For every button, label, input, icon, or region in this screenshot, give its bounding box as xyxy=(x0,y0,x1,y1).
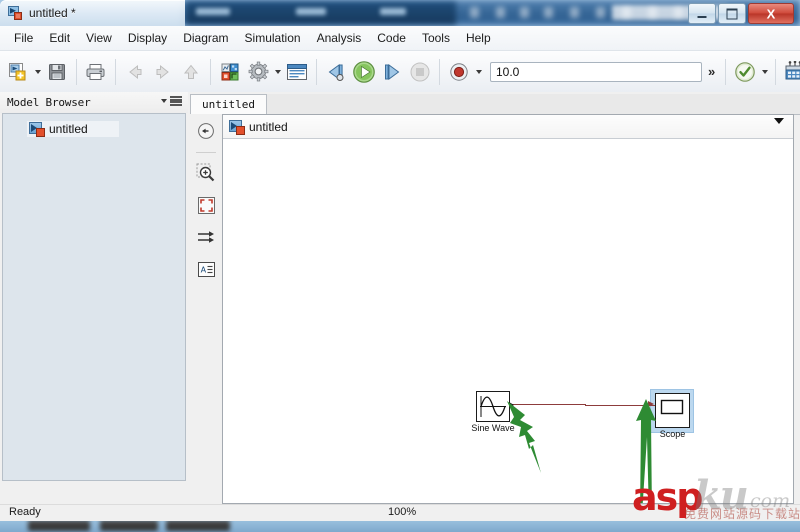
simulink-window: untitled * X File Edit View Display Diag… xyxy=(0,0,800,532)
window-controls: X xyxy=(688,3,794,24)
tab-untitled[interactable]: untitled xyxy=(190,94,267,114)
maximize-icon xyxy=(726,8,738,19)
step-back-button[interactable] xyxy=(323,59,349,85)
model-advisor-button[interactable] xyxy=(782,59,800,85)
tab-strip-background xyxy=(266,94,800,115)
update-model-button[interactable] xyxy=(732,59,758,85)
save-button[interactable] xyxy=(44,59,70,85)
menu-bar: File Edit View Display Diagram Simulatio… xyxy=(0,26,800,51)
menu-item-view[interactable]: View xyxy=(78,28,120,48)
chevron-down-icon[interactable] xyxy=(161,99,167,103)
workspace: Model Browser untitled untitled A untitl… xyxy=(0,92,800,504)
menu-item-diagram[interactable]: Diagram xyxy=(175,28,236,48)
model-configuration-button[interactable] xyxy=(245,59,271,85)
data-inspector-dropdown[interactable] xyxy=(473,59,484,85)
toolbar-separator xyxy=(725,58,727,85)
simulink-model-icon xyxy=(229,119,245,135)
annotation-arrow-sine-output xyxy=(505,397,561,482)
annotation-icon[interactable]: A xyxy=(195,258,217,280)
simulink-model-icon xyxy=(29,122,45,137)
status-message: Ready xyxy=(9,506,41,518)
main-toolbar: 10.0 » xyxy=(0,51,800,93)
chevron-down-icon xyxy=(475,69,482,74)
minimize-button[interactable] xyxy=(688,3,716,24)
taskbar-item xyxy=(100,520,158,531)
model-browser-title: Model Browser xyxy=(7,96,91,109)
scope-icon xyxy=(660,399,684,415)
tool-strip-separator xyxy=(196,152,216,153)
toolbar-overflow-button[interactable]: » xyxy=(708,64,715,79)
menu-item-analysis[interactable]: Analysis xyxy=(309,28,370,48)
menu-item-code[interactable]: Code xyxy=(369,28,414,48)
model-browser-panel: Model Browser untitled xyxy=(0,92,205,504)
chevron-down-icon xyxy=(34,69,41,74)
tree-item-untitled[interactable]: untitled xyxy=(27,121,119,137)
toolbar-separator xyxy=(76,58,77,85)
chevron-down-icon xyxy=(774,118,784,141)
canvas-tool-strip: A xyxy=(190,114,222,504)
navigate-back-button[interactable] xyxy=(122,59,148,85)
model-browser-tree[interactable]: untitled xyxy=(2,113,186,481)
svg-text:A: A xyxy=(200,265,206,274)
editor-tab-strip: untitled xyxy=(190,92,800,115)
simulation-stop-time-input[interactable]: 10.0 xyxy=(490,61,702,82)
minimize-icon xyxy=(697,15,707,18)
toolbar-separator xyxy=(210,58,211,85)
menu-item-tools[interactable]: Tools xyxy=(414,28,458,48)
taskbar-item xyxy=(166,520,230,531)
simulink-model-icon xyxy=(8,5,23,21)
chevron-down-icon xyxy=(274,69,281,74)
block-scope[interactable]: Scope xyxy=(655,393,690,439)
library-browser-button[interactable] xyxy=(217,59,243,85)
menu-item-display[interactable]: Display xyxy=(120,28,175,48)
model-properties-button[interactable] xyxy=(284,59,310,85)
model-canvas[interactable]: Sine Wave Scope xyxy=(223,139,793,503)
step-forward-button[interactable] xyxy=(379,59,405,85)
application-window: untitled * X File Edit View Display Diag… xyxy=(0,0,800,521)
model-browser-header: Model Browser xyxy=(0,92,188,113)
navigate-back-icon[interactable] xyxy=(195,120,217,142)
maximize-button[interactable] xyxy=(718,3,746,24)
tree-item-label: untitled xyxy=(49,122,88,136)
run-button[interactable] xyxy=(351,59,377,85)
signal-routing-icon[interactable] xyxy=(195,226,217,248)
menu-item-edit[interactable]: Edit xyxy=(41,28,78,48)
model-configuration-dropdown[interactable] xyxy=(272,59,283,85)
annotation-arrow-scope-input xyxy=(634,397,660,503)
toolbar-separator xyxy=(439,58,440,85)
stop-button[interactable] xyxy=(407,59,433,85)
status-bar: Ready 100% xyxy=(0,504,800,521)
scope-block-body[interactable] xyxy=(655,393,690,428)
title-bar: untitled * xyxy=(0,0,185,26)
model-browser-header-controls xyxy=(161,96,182,106)
model-editor: untitled Sine Wave Scope xyxy=(222,114,794,504)
taskbar-item xyxy=(28,520,90,531)
zoom-level: 100% xyxy=(388,506,417,518)
breadcrumb: untitled xyxy=(223,115,793,141)
menu-item-file[interactable]: File xyxy=(6,28,41,48)
menu-item-help[interactable]: Help xyxy=(458,28,499,48)
chevron-down-icon xyxy=(761,69,768,74)
print-button[interactable] xyxy=(83,59,109,85)
window-title: untitled * xyxy=(29,6,76,20)
block-label: Scope xyxy=(659,429,686,439)
simulation-data-inspector-button[interactable] xyxy=(446,59,472,85)
close-icon: X xyxy=(766,6,776,21)
breadcrumb-label: untitled xyxy=(249,119,288,134)
fit-to-view-icon[interactable] xyxy=(195,194,217,216)
menu-item-simulation[interactable]: Simulation xyxy=(237,28,309,48)
new-model-button[interactable] xyxy=(5,59,31,85)
toolbar-separator xyxy=(115,58,116,85)
navigate-forward-button[interactable] xyxy=(150,59,176,85)
navigate-up-button[interactable] xyxy=(178,59,204,85)
zoom-in-icon[interactable] xyxy=(195,162,217,184)
toolbar-separator xyxy=(775,58,777,85)
update-model-dropdown[interactable] xyxy=(759,59,770,85)
new-model-dropdown[interactable] xyxy=(32,59,43,85)
close-button[interactable]: X xyxy=(748,3,794,24)
toolbar-separator xyxy=(316,58,317,85)
panel-menu-icon[interactable] xyxy=(170,96,182,106)
